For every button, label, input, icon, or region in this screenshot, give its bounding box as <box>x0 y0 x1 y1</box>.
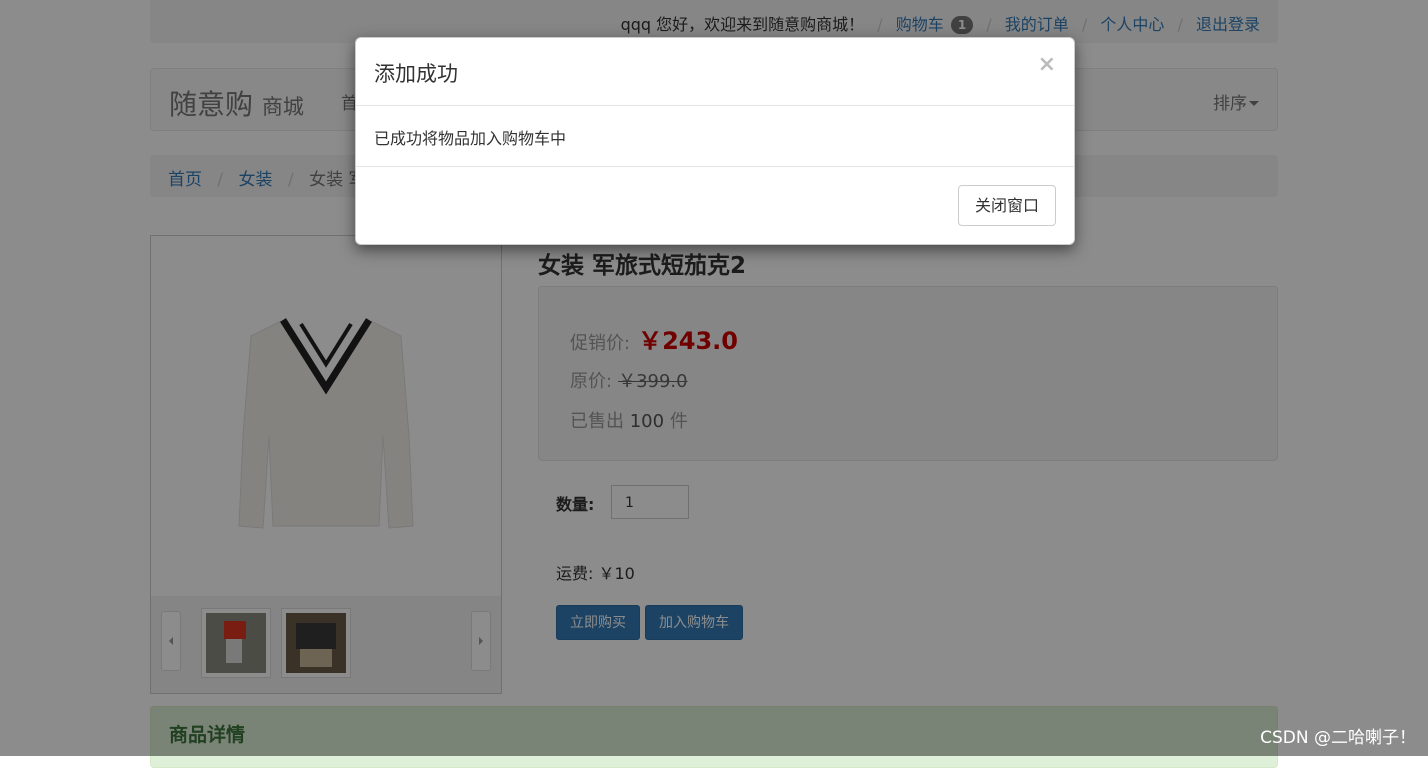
modal-header: 添加成功 × <box>356 38 1074 106</box>
modal-footer: 关闭窗口 <box>356 166 1074 245</box>
add-success-modal: 添加成功 × 已成功将物品加入购物车中 关闭窗口 <box>355 37 1075 245</box>
watermark: CSDN @二哈喇子！ <box>1260 728 1416 748</box>
modal-body-text: 已成功将物品加入购物车中 <box>374 129 567 148</box>
modal-title: 添加成功 <box>374 62 458 86</box>
close-window-button[interactable]: 关闭窗口 <box>958 185 1056 226</box>
close-icon[interactable]: × <box>1038 52 1056 77</box>
